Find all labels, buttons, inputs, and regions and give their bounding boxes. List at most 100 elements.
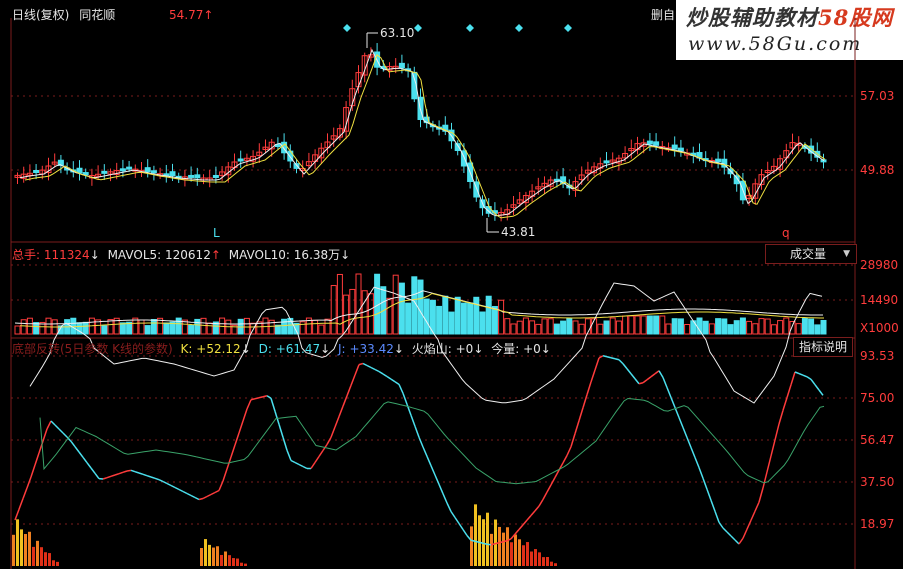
fire-bar	[236, 558, 239, 566]
volume-bar	[150, 318, 157, 335]
volume-bar	[677, 318, 684, 335]
volume-bar	[510, 323, 517, 335]
indicator-help-button[interactable]: 指标说明	[793, 337, 853, 357]
kdj-j-line	[546, 484, 552, 493]
price-ma-lines	[19, 48, 826, 219]
fire-bar	[490, 533, 493, 566]
volume-bar	[454, 296, 461, 335]
kdj-j-line	[318, 450, 324, 457]
down-arrow-icon: ↓	[393, 342, 404, 356]
marker-q: q	[782, 226, 790, 240]
volume-bar	[349, 288, 356, 335]
volume-bar	[460, 302, 467, 335]
indicator-axis-label: 56.47	[860, 433, 895, 447]
kdj-j-line	[806, 376, 812, 380]
indicator-select[interactable]: 成交量 ▼	[765, 244, 857, 264]
candle-body	[237, 158, 244, 162]
price-low-label: 43.81	[501, 225, 536, 239]
kdj-j-line	[690, 447, 696, 458]
candle-body	[671, 144, 678, 150]
fire-bar	[56, 561, 59, 566]
k-value: +52.12	[196, 342, 241, 356]
volume-bar	[789, 321, 796, 335]
kdj-j-line	[714, 510, 720, 523]
fire-bar	[542, 557, 545, 566]
kdj-j-line	[222, 468, 228, 482]
volume-bar	[423, 298, 430, 335]
kdj-j-line	[158, 478, 164, 483]
kdj-j-line	[46, 420, 52, 430]
volume-bar	[473, 296, 480, 335]
volume-bar	[553, 323, 560, 335]
kdj-j-line	[210, 491, 216, 496]
k-label: K:	[180, 342, 193, 356]
kdj-j-line	[810, 378, 816, 386]
kdj-j-line	[74, 446, 80, 453]
kdj-j-line	[734, 539, 740, 545]
kdj-j-line	[762, 471, 768, 489]
kdj-j-line	[178, 488, 184, 493]
today-vol-value: +0	[523, 342, 541, 356]
kdj-j-line	[238, 420, 244, 434]
fire-bar	[486, 512, 489, 566]
volume-bar	[14, 325, 21, 335]
kdj-j-line	[478, 541, 484, 544]
volume-bar	[702, 320, 709, 335]
volume-bar	[101, 325, 108, 335]
fire-bar	[534, 549, 537, 566]
volume-bar	[634, 315, 641, 335]
fire-bar	[204, 539, 207, 566]
volume-bar	[622, 315, 629, 335]
kdj-j-line	[50, 420, 56, 426]
fire-bar	[220, 554, 223, 566]
kdj-j-line	[490, 543, 496, 546]
volume-bar	[646, 315, 653, 335]
volume-bar	[684, 323, 691, 335]
kdj-j-line	[234, 432, 240, 446]
volume-bar	[20, 319, 27, 335]
kdj-j-line	[246, 399, 252, 410]
kdj-j-line	[206, 493, 212, 498]
candle-body	[101, 170, 108, 174]
kdj-j-line	[610, 357, 616, 360]
indicator-header: 底部反转(5日参数 K线的参数) K: +52.12↓ D: +61.47↓ J…	[12, 340, 551, 357]
fire-bar	[200, 548, 203, 566]
volume-bar	[808, 318, 815, 335]
volume-bar	[696, 317, 703, 335]
kdj-j-line	[442, 493, 448, 504]
kdj-j-line	[58, 428, 64, 434]
kdj-j-line	[150, 476, 156, 480]
kdj-j-line	[338, 405, 344, 417]
signal-diamond-icon	[564, 24, 572, 32]
kdj-j-line	[154, 477, 160, 481]
today-vol-label: 今量:	[491, 342, 520, 356]
volume-bar	[194, 318, 201, 335]
fire-bar	[478, 515, 481, 566]
fire-bar	[32, 546, 35, 566]
kdj-j-line	[574, 420, 580, 434]
volume-bar	[640, 315, 647, 335]
kdj-j-line	[770, 439, 776, 457]
mavol5-label: MAVOL5:	[107, 248, 162, 262]
volume-bar	[206, 322, 213, 335]
volume-bar	[417, 279, 424, 335]
kdj-j-line	[330, 426, 336, 438]
kdj-j-line	[518, 524, 524, 530]
volume-bar	[609, 317, 616, 335]
fire-bar	[216, 546, 219, 566]
fire-bar	[522, 545, 525, 566]
fire-bar	[510, 542, 513, 566]
down-arrow-icon: ↓	[540, 342, 551, 356]
ma-line	[19, 48, 825, 217]
kdj-j-line	[590, 369, 596, 383]
fire-bar	[526, 542, 529, 566]
kdj-j-line	[362, 362, 368, 367]
volume-bar	[175, 317, 182, 335]
indicator-axis-label: 75.00	[860, 391, 895, 405]
kdj-j-line	[230, 444, 236, 458]
volume-bar	[727, 324, 734, 335]
volume-bar	[758, 318, 765, 335]
volume-bar	[820, 319, 827, 335]
kdj-j-line	[14, 509, 20, 521]
kdj-j-line	[498, 541, 504, 544]
